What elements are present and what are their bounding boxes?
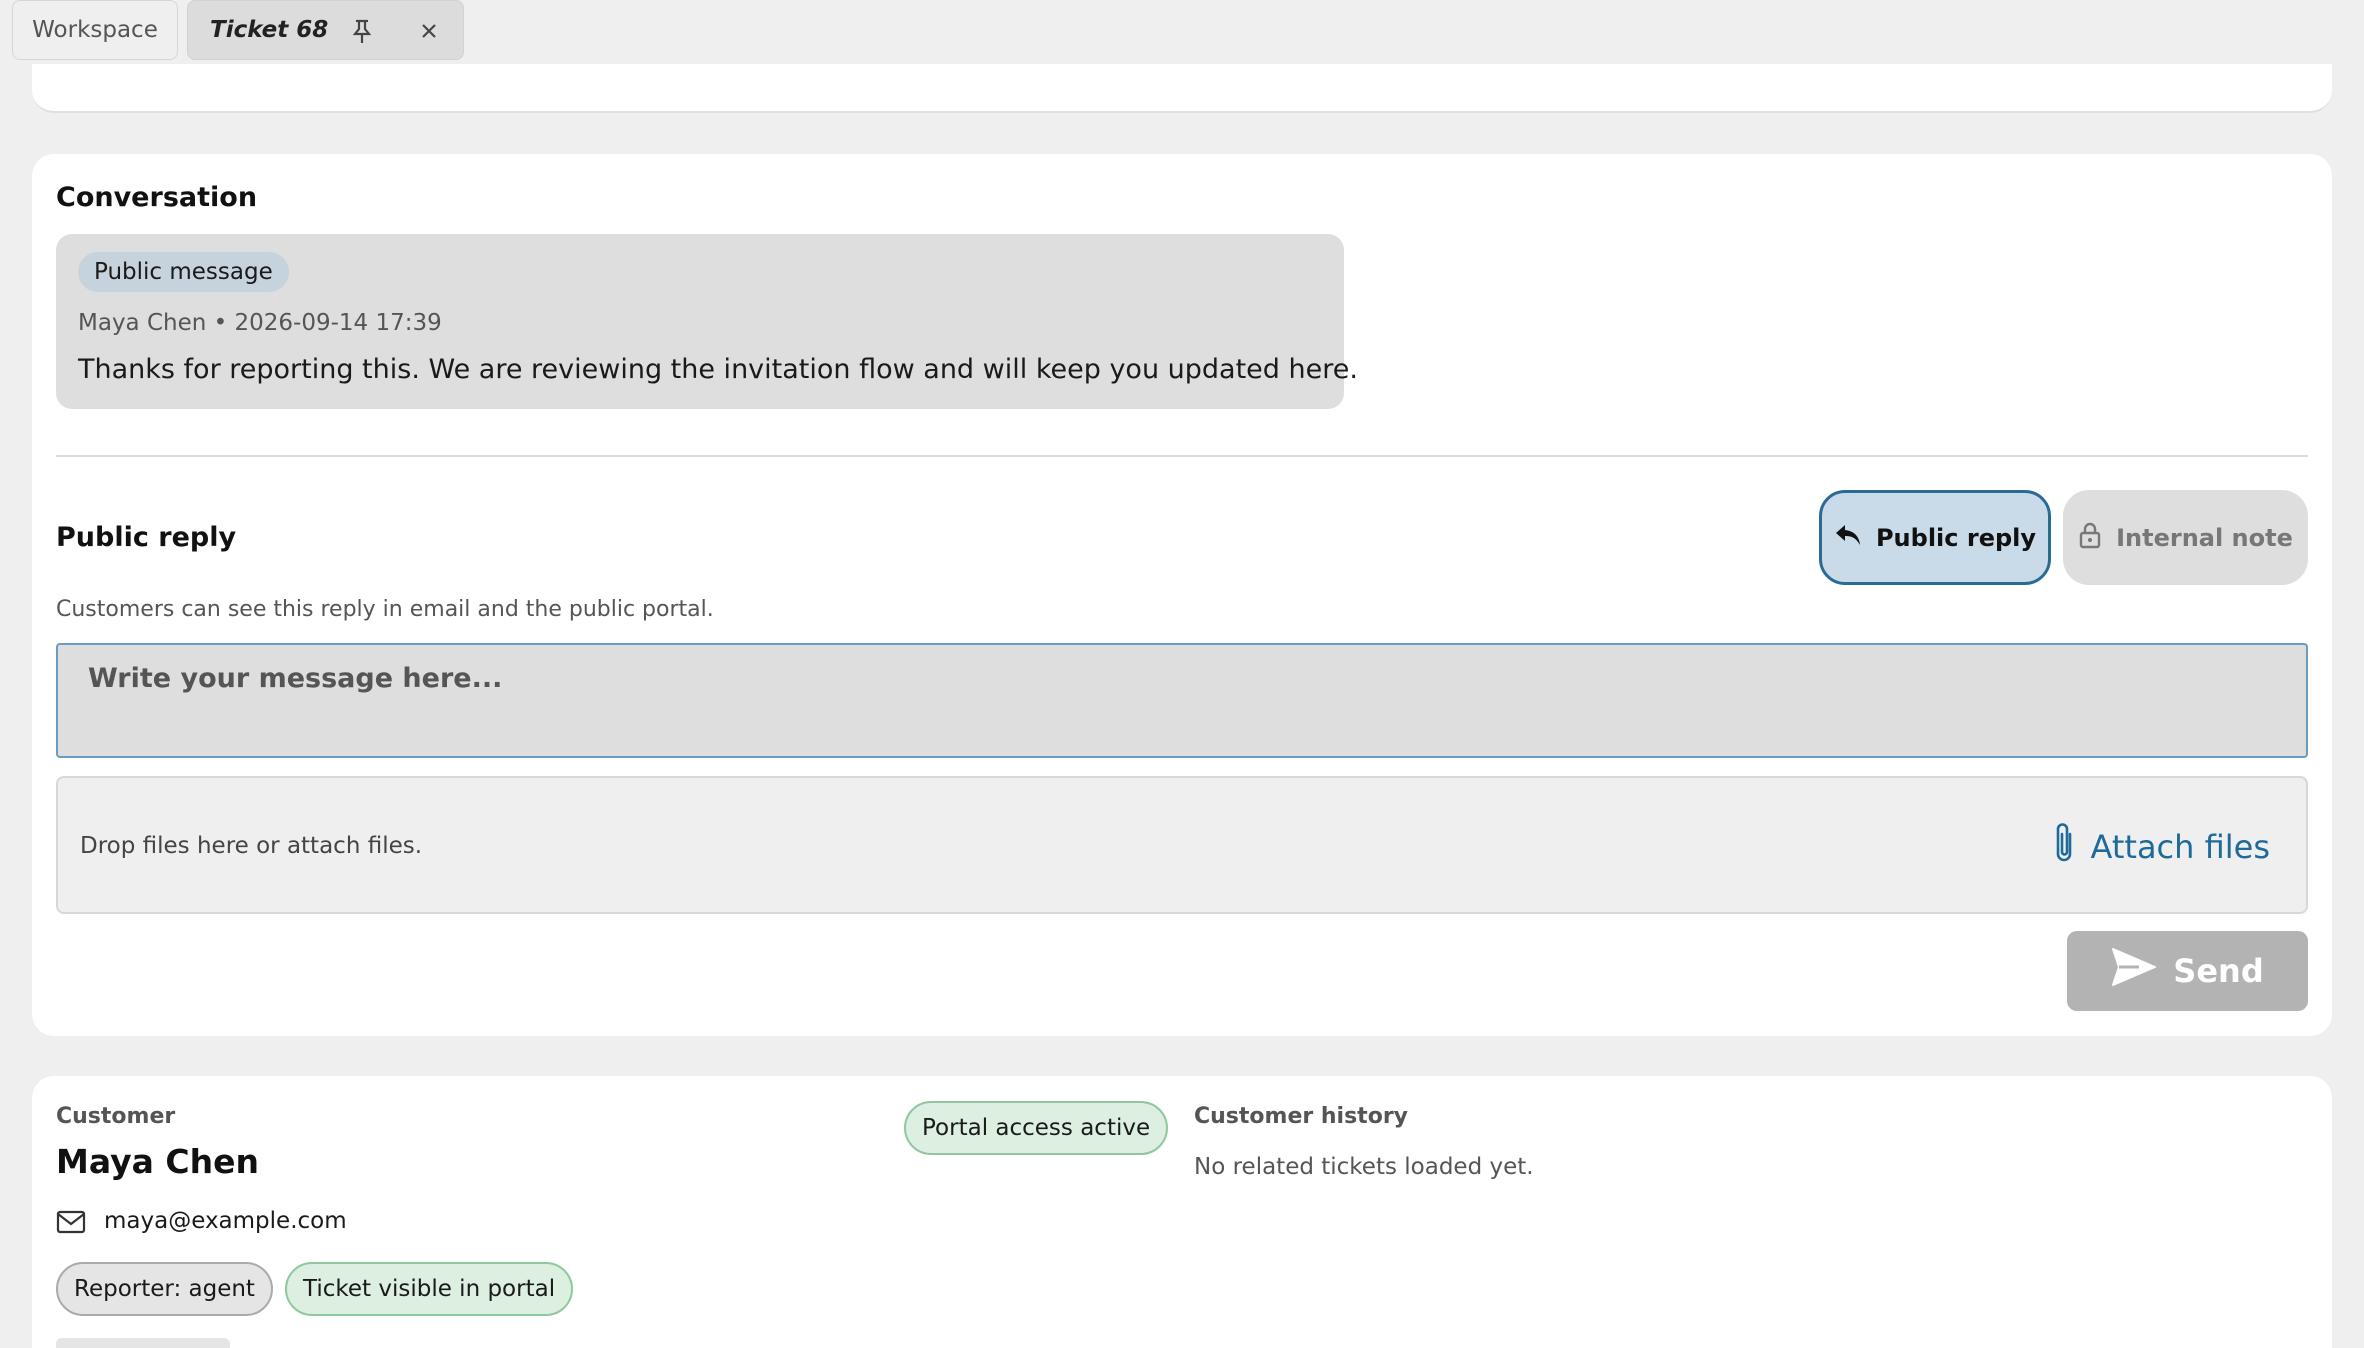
attach-files-button[interactable]: Attach files	[2051, 820, 2270, 874]
paperclip-icon	[2051, 820, 2077, 874]
reporter-chip: Reporter: agent	[56, 1262, 273, 1316]
reply-helper-text: Customers can see this reply in email an…	[56, 597, 714, 622]
public-reply-toggle[interactable]: Public reply	[1819, 490, 2051, 585]
message-body: Thanks for reporting this. We are review…	[78, 354, 1358, 385]
tab-bar: Workspace Ticket 68	[0, 0, 2364, 64]
reply-title: Public reply	[56, 522, 237, 553]
conversation-title: Conversation	[56, 182, 258, 213]
customer-action-button[interactable]	[56, 1338, 230, 1348]
send-label: Send	[2173, 952, 2264, 990]
attachment-dropzone[interactable]: Drop files here or attach files. Attach …	[56, 776, 2308, 914]
tab-workspace[interactable]: Workspace	[12, 0, 178, 60]
tab-ticket-68[interactable]: Ticket 68	[187, 0, 464, 60]
customer-section-label: Customer	[56, 1104, 176, 1129]
message-meta: Maya Chen • 2026-09-14 17:39	[78, 310, 442, 336]
send-button[interactable]: Send	[2067, 931, 2308, 1011]
tab-workspace-label: Workspace	[32, 17, 158, 43]
pin-icon[interactable]	[351, 18, 373, 44]
mail-icon	[56, 1210, 86, 1234]
public-reply-label: Public reply	[1875, 523, 2037, 552]
divider	[56, 455, 2308, 457]
customer-history-label: Customer history	[1194, 1104, 1409, 1129]
portal-visibility-chip: Ticket visible in portal	[285, 1262, 574, 1316]
customer-email[interactable]: maya@example.com	[104, 1208, 347, 1234]
tab-ticket-label: Ticket 68	[210, 17, 329, 43]
dropzone-text: Drop files here or attach files.	[80, 833, 423, 859]
close-icon[interactable]	[419, 21, 439, 41]
customer-card: Customer Maya Chen maya@example.com Port…	[32, 1076, 2332, 1348]
customer-history-text: No related tickets loaded yet.	[1194, 1154, 1534, 1180]
message-input[interactable]	[56, 643, 2308, 758]
internal-note-toggle[interactable]: Internal note	[2063, 490, 2308, 585]
customer-name: Maya Chen	[56, 1142, 259, 1181]
reply-arrow-icon	[1834, 523, 1862, 553]
message-bubble: Public message Maya Chen • 2026-09-14 17…	[56, 234, 1358, 409]
lock-icon	[2078, 521, 2102, 555]
send-icon	[2111, 947, 2157, 995]
attach-files-label: Attach files	[2090, 828, 2270, 866]
internal-note-label: Internal note	[2116, 523, 2293, 552]
portal-access-badge: Portal access active	[904, 1101, 1169, 1155]
public-message-badge: Public message	[78, 252, 289, 292]
conversation-card: Conversation Public message Maya Chen • …	[32, 154, 2332, 1036]
